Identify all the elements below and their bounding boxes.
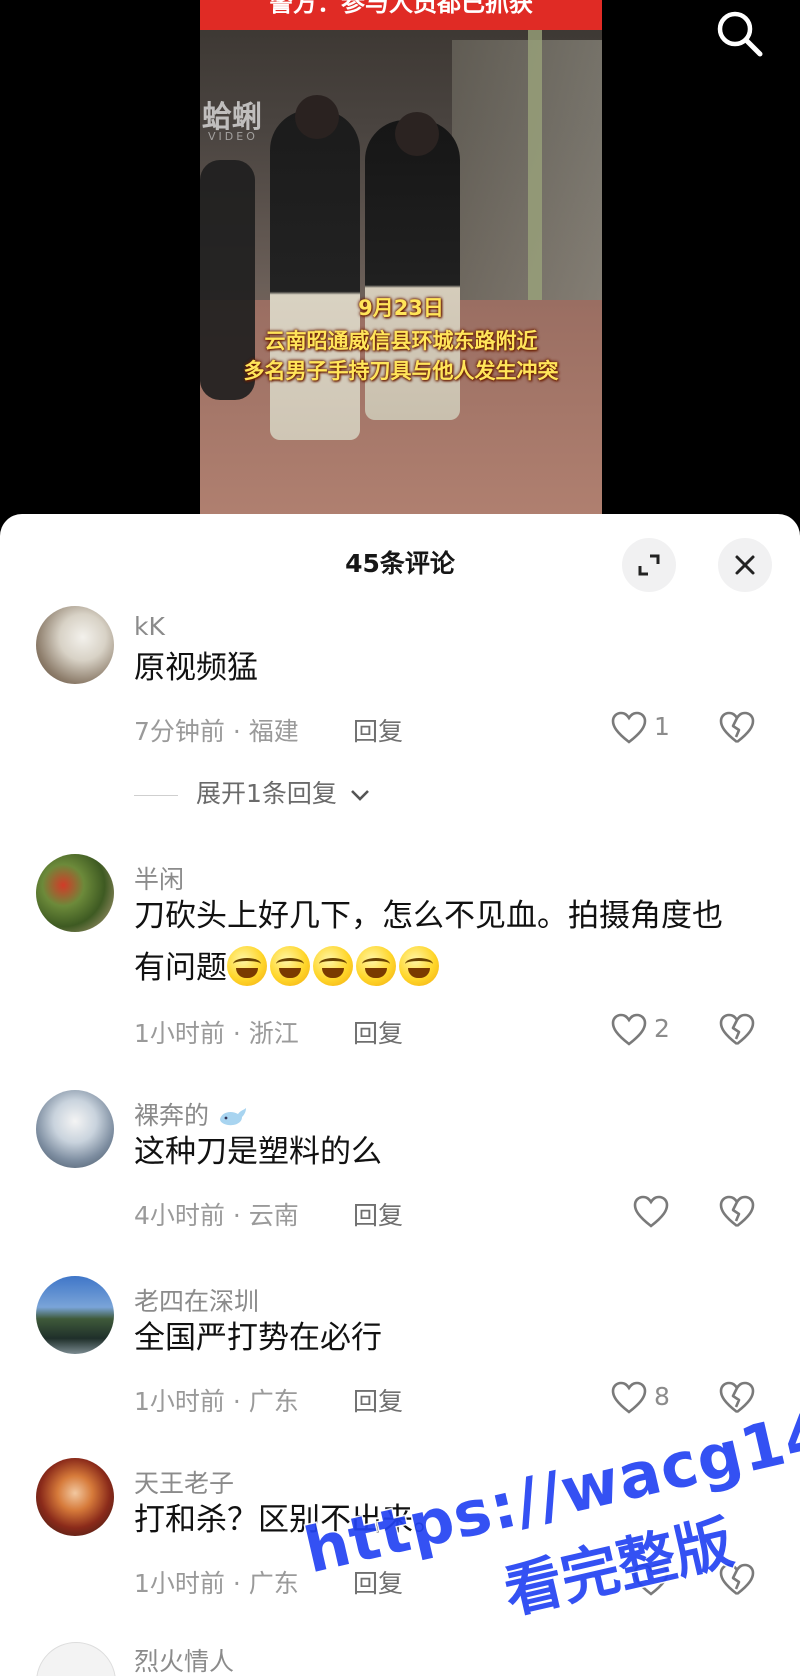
laughing-emoji-icon	[270, 945, 310, 986]
dislike-button[interactable]	[718, 710, 762, 750]
close-button[interactable]	[718, 538, 772, 592]
video-figure-1	[270, 110, 360, 440]
heart-icon	[611, 711, 647, 744]
like-button[interactable]: 8	[610, 1380, 690, 1420]
comment-meta: 4小时前 · 云南	[134, 1201, 299, 1230]
heart-icon	[611, 1013, 647, 1046]
close-icon	[735, 555, 755, 575]
like-button[interactable]	[632, 1194, 712, 1234]
expand-button[interactable]	[622, 538, 676, 592]
video-caption-line-3: 多名男子手持刀具与他人发生冲突	[243, 359, 559, 383]
laughing-emoji-icon	[356, 945, 396, 986]
video-player[interactable]: 警方：参与人员都已抓获 蛤蜊 VIDEO 9月23日 云南昭通威信县环城东路附近…	[0, 0, 800, 520]
comment-text: 打和杀？区别不出来。	[134, 1502, 444, 1538]
expand-icon	[638, 554, 660, 576]
comment-meta: 1小时前 · 广东	[134, 1387, 299, 1416]
heart-icon	[633, 1195, 669, 1228]
reply-button[interactable]: 回复	[353, 1382, 403, 1418]
dislike-button[interactable]	[718, 1562, 762, 1602]
like-button[interactable]: 2	[610, 1012, 690, 1052]
dislike-button[interactable]	[718, 1380, 762, 1420]
reply-button[interactable]: 回复	[353, 1564, 403, 1600]
expand-replies-label: 展开1条回复	[196, 779, 337, 808]
video-caption-line-2: 云南昭通威信县环城东路附近	[264, 329, 538, 353]
video-logo-sub: VIDEO	[208, 130, 258, 143]
like-count: 2	[654, 1014, 670, 1043]
chevron-down-icon	[350, 790, 369, 801]
broken-heart-icon	[719, 711, 755, 744]
comment-meta: 1小时前 · 广东	[134, 1569, 299, 1598]
video-background-pole	[528, 30, 542, 330]
reply-divider	[134, 794, 178, 796]
expand-replies-button[interactable]: 展开1条回复	[134, 774, 371, 810]
like-button[interactable]	[632, 1562, 712, 1602]
broken-heart-icon	[719, 1195, 755, 1228]
heart-icon	[611, 1381, 647, 1414]
avatar[interactable]	[36, 1090, 114, 1168]
reply-button[interactable]: 回复	[353, 1014, 403, 1050]
laughing-emoji-icon	[227, 945, 267, 986]
dislike-button[interactable]	[718, 1194, 762, 1234]
like-count: 8	[654, 1382, 670, 1411]
avatar[interactable]	[36, 1642, 116, 1676]
search-button[interactable]	[712, 6, 768, 62]
avatar[interactable]	[36, 854, 114, 932]
broken-heart-icon	[719, 1013, 755, 1046]
video-figure-head-2	[395, 112, 439, 156]
comments-sheet: 45条评论 kK 原视频猛 7分钟前 · 福建 回复 1 展开1条回复 半闲 刀…	[0, 514, 800, 1676]
reply-button[interactable]: 回复	[353, 712, 403, 748]
comment-meta: 1小时前 · 浙江	[134, 1019, 299, 1048]
avatar[interactable]	[36, 1458, 114, 1536]
broken-heart-icon	[719, 1381, 755, 1414]
dislike-button[interactable]	[718, 1012, 762, 1052]
comments-title: 45条评论	[345, 549, 455, 578]
avatar[interactable]	[36, 606, 114, 684]
like-count: 1	[654, 712, 670, 741]
laughing-emoji-icon	[399, 945, 439, 986]
video-caption-line-1: 9月23日	[358, 296, 444, 320]
comment-text: 刀砍头上好几下，怎么不见血。拍摄角度也有问题	[134, 890, 744, 994]
comment-username[interactable]: kK	[134, 612, 165, 641]
video-background-wall	[452, 40, 602, 300]
avatar[interactable]	[36, 1276, 114, 1354]
video-frame[interactable]	[200, 0, 602, 520]
video-banner: 警方：参与人员都已抓获	[200, 0, 602, 30]
comment-meta: 7分钟前 · 福建	[134, 717, 299, 746]
broken-heart-icon	[719, 1563, 755, 1596]
heart-icon	[633, 1563, 669, 1596]
comment-text: 原视频猛	[134, 650, 258, 686]
video-figure-head-1	[295, 95, 339, 139]
search-icon	[717, 11, 763, 57]
comment-text: 全国严打势在必行	[134, 1320, 382, 1356]
comment-username[interactable]: 烈火情人	[134, 1642, 234, 1676]
comment-text: 这种刀是塑料的么	[134, 1134, 382, 1170]
laughing-emoji-icon	[313, 945, 353, 986]
like-button[interactable]: 1	[610, 710, 690, 750]
reply-button[interactable]: 回复	[353, 1196, 403, 1232]
